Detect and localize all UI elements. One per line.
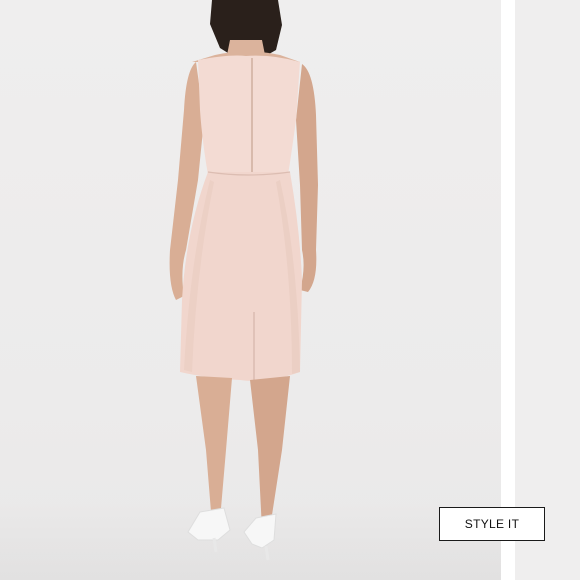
product-photo bbox=[0, 0, 501, 580]
image-divider bbox=[501, 0, 515, 580]
model-figure bbox=[169, 0, 318, 561]
right-leg bbox=[250, 376, 290, 530]
style-it-button[interactable]: STYLE IT bbox=[439, 507, 545, 541]
right-shoe bbox=[243, 513, 277, 549]
dress-bodice bbox=[198, 55, 300, 175]
left-leg bbox=[196, 376, 232, 524]
left-shoe bbox=[187, 507, 231, 541]
next-image-peek[interactable] bbox=[515, 0, 580, 580]
